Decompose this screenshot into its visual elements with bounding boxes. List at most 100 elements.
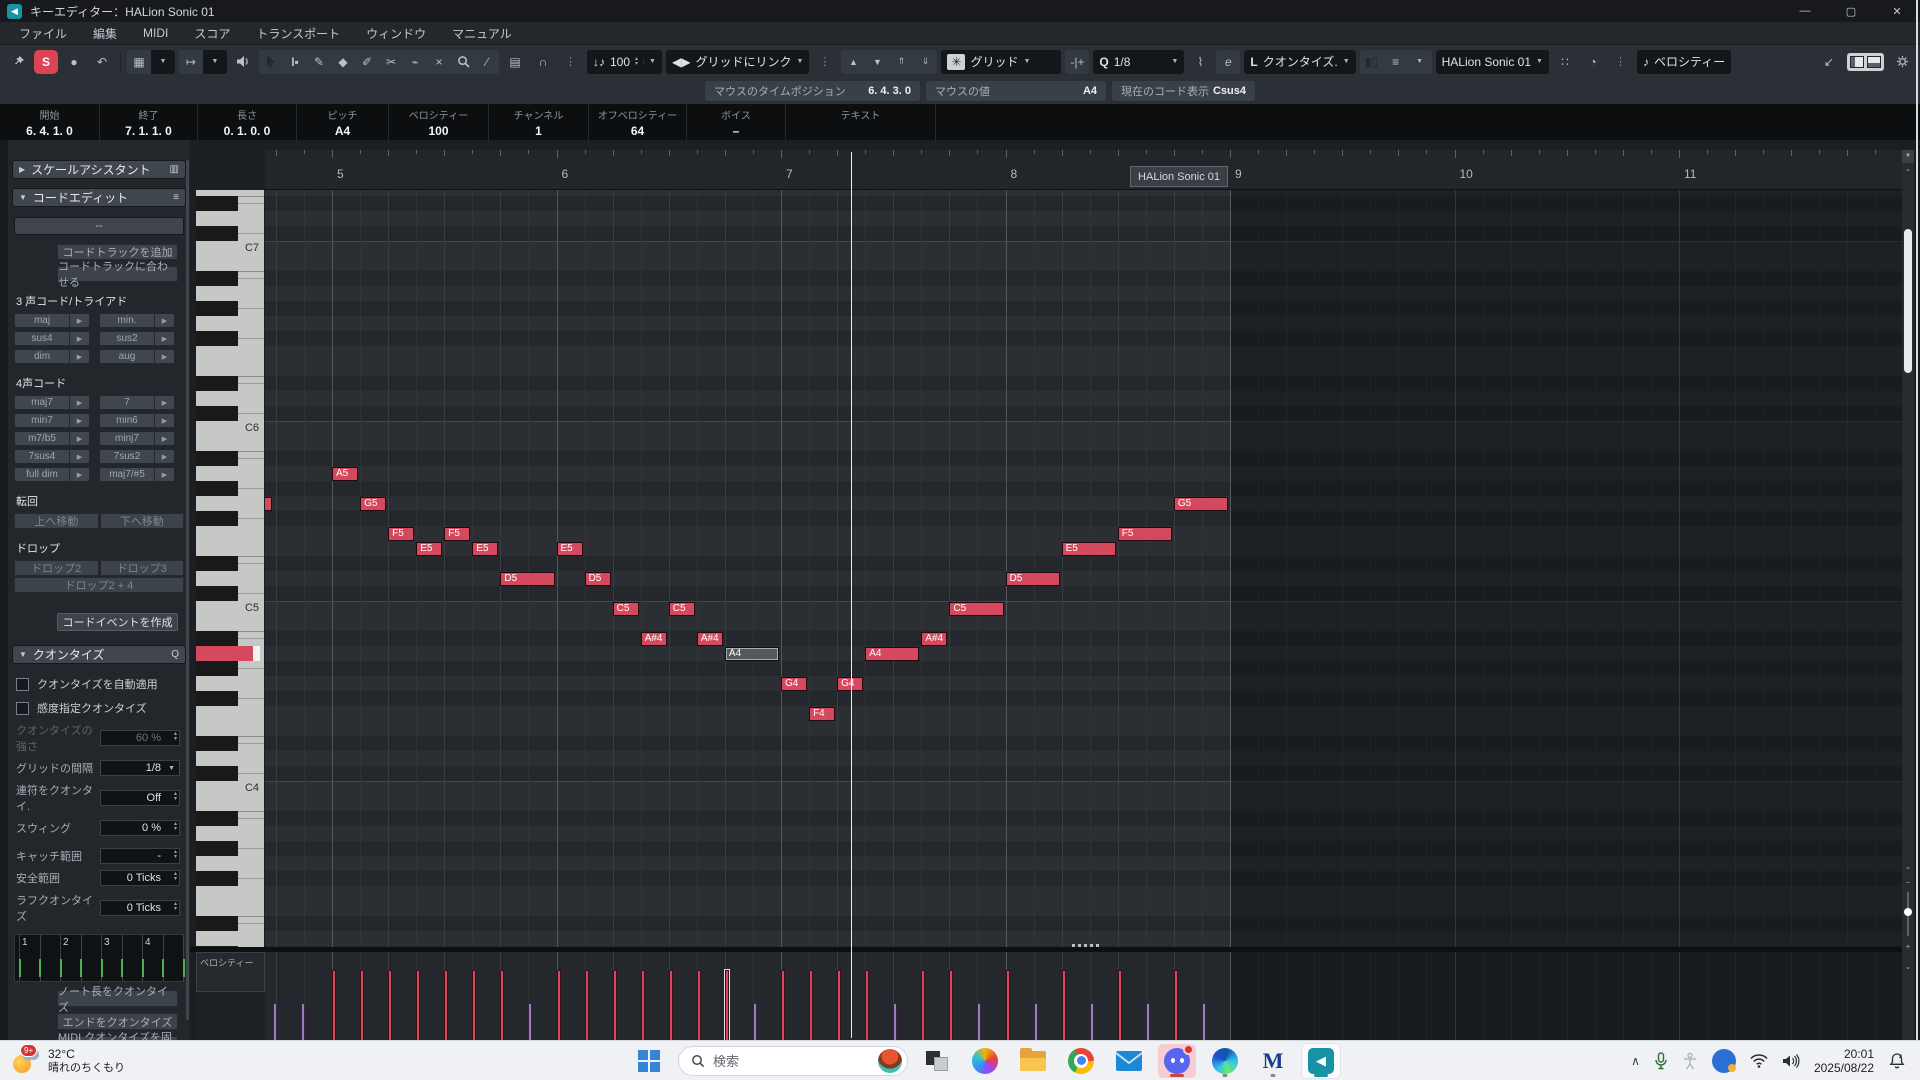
chord-button-min7[interactable]: min7▶ (14, 413, 90, 428)
quantize-button-エンドをクオンタイズ[interactable]: エンドをクオンタイズ (57, 1013, 178, 1030)
wifi-icon[interactable] (1750, 1054, 1768, 1068)
black-key[interactable] (196, 511, 238, 526)
black-key[interactable] (196, 196, 238, 211)
menu-編集[interactable]: 編集 (80, 22, 130, 44)
chord-button-min6[interactable]: min6▶ (99, 413, 175, 428)
accessibility-icon[interactable] (1682, 1052, 1698, 1070)
section-quantize[interactable]: ▼クオンタイズQ (12, 645, 186, 664)
task-view-button[interactable] (918, 1044, 956, 1078)
velocity-lane[interactable] (265, 952, 1902, 1040)
midi-note-E5[interactable]: E5 (472, 542, 498, 556)
midi-note-A5[interactable]: A5 (332, 467, 358, 481)
grid-relative-button[interactable]: -|+ (1065, 50, 1089, 74)
part-selector-box[interactable]: HALion Sonic 01▼ (1436, 50, 1549, 74)
velocity-bar[interactable] (641, 970, 645, 1040)
piano-keyboard[interactable]: C4C5C6C7 (196, 190, 264, 947)
velocity-bar[interactable] (585, 970, 589, 1040)
control-lane-box[interactable]: ♪ベロシティー (1637, 50, 1731, 74)
select-tool[interactable] (259, 50, 283, 74)
zoom-in-icon[interactable]: + (1902, 942, 1914, 951)
snap-on-icon[interactable]: ✳ (947, 54, 965, 70)
chord-play-icon[interactable]: ▶ (154, 396, 174, 409)
black-key[interactable] (196, 691, 238, 706)
scrollbar-menu-icon[interactable]: ▼ (1902, 150, 1914, 163)
event-display-button[interactable]: ▦ (127, 50, 151, 74)
chord-button-sus2[interactable]: sus2▶ (99, 331, 175, 346)
info-テキスト[interactable]: テキスト (786, 104, 936, 140)
info-ボイス[interactable]: ボイス– (687, 104, 786, 140)
black-key[interactable] (196, 271, 238, 286)
sidebar-scrollbar[interactable] (186, 160, 189, 1020)
mail-button[interactable] (1110, 1044, 1148, 1078)
quantize-preset-box[interactable]: Q1/8▼ (1093, 50, 1184, 74)
velocity-bar[interactable] (949, 970, 953, 1040)
zoom-out-icon[interactable]: − (1902, 878, 1914, 887)
chord-button-m7/b5[interactable]: m7/b5▶ (14, 431, 90, 446)
clock[interactable]: 20:01 2025/08/22 (1814, 1047, 1874, 1075)
section-scale-assistant[interactable]: ▶スケールアシスタント▥ (12, 160, 186, 179)
chord-button-minj7[interactable]: minj7▶ (99, 431, 175, 446)
field-クオンタイズの強さ[interactable]: 60 %▴▾ (100, 730, 180, 746)
menu-トランスポート[interactable]: トランスポート (243, 22, 353, 44)
midi-note-G4[interactable]: G4 (781, 677, 807, 691)
midi-note-D5[interactable]: D5 (585, 572, 611, 586)
midi-note-A#4[interactable]: A#4 (921, 632, 947, 646)
midi-note-A#4[interactable]: A#4 (641, 632, 667, 646)
velocity-bar[interactable] (837, 970, 841, 1040)
midi-note-A#4[interactable]: A#4 (697, 632, 723, 646)
control-lane-value[interactable]: ベロシティー (1654, 53, 1725, 70)
checkbox-icon[interactable] (16, 678, 29, 691)
chord-play-icon[interactable]: ▶ (154, 414, 174, 427)
midi-note-D5[interactable]: D5 (1006, 572, 1060, 586)
length-link-box[interactable]: ◀▶グリッドにリンク▼ (666, 50, 809, 74)
midi-input-button[interactable]: ◔ (1581, 50, 1605, 74)
menu-スコア[interactable]: スコア (181, 22, 243, 44)
copilot-button[interactable] (966, 1044, 1004, 1078)
field-キャッチ範囲[interactable]: -▴▾ (100, 848, 180, 864)
black-key[interactable] (196, 556, 238, 571)
close-button[interactable]: ✕ (1874, 0, 1920, 22)
link-to-grid-value[interactable]: グリッドにリンク (695, 53, 791, 70)
velocity-bar[interactable] (444, 970, 448, 1040)
chord-button-full dim[interactable]: full dim▶ (14, 467, 90, 482)
velocity-bar[interactable] (1006, 970, 1010, 1040)
midi-note-E5[interactable]: E5 (557, 542, 583, 556)
midi-note-E5[interactable]: E5 (1062, 542, 1116, 556)
midi-note-G5[interactable]: G5 (1174, 497, 1228, 511)
record-button[interactable]: ● (62, 50, 86, 74)
length-options-icon[interactable]: ⋮ (813, 50, 837, 74)
drop-ドロップ3[interactable]: ドロップ3 (100, 560, 185, 576)
velocity-bar[interactable] (1118, 970, 1122, 1040)
range-tool[interactable]: I▪ (283, 50, 307, 74)
velocity-bar[interactable] (388, 970, 392, 1040)
info-チャンネル[interactable]: チャンネル1 (489, 104, 589, 140)
chord-button-maj[interactable]: maj▶ (14, 313, 90, 328)
scroll-edge-icon[interactable]: ⌄ (1902, 962, 1914, 971)
notification-bell-icon[interactable]: z (1888, 1052, 1906, 1070)
show-note-expression-button[interactable]: ∷ (1553, 50, 1577, 74)
midi-note-C5[interactable]: C5 (669, 602, 695, 616)
retrospective-record-button[interactable]: ↶ (90, 50, 114, 74)
black-key[interactable] (196, 811, 238, 826)
event-display-dropdown[interactable]: ▼ (151, 50, 175, 74)
drop-ドロップ2[interactable]: ドロップ2 (14, 560, 99, 576)
midi-note-F4[interactable]: F4 (809, 707, 835, 721)
chord-button-7sus2[interactable]: 7sus2▶ (99, 449, 175, 464)
info-ピッチ[interactable]: ピッチA4 (297, 104, 389, 140)
mute-tool[interactable]: × (427, 50, 451, 74)
acoustic-feedback-button[interactable] (231, 50, 255, 74)
insert-velocity-spinner[interactable]: ▴▾ (635, 57, 638, 67)
midi-note-F5[interactable]: F5 (388, 527, 414, 541)
input-options-icon[interactable]: ⋮ (1609, 50, 1633, 74)
chord-play-icon[interactable]: ▶ (154, 432, 174, 445)
chord-button-dim[interactable]: dim▶ (14, 349, 90, 364)
midi-note-G5[interactable]: G5 (360, 497, 386, 511)
midi-note-E5[interactable]: E5 (416, 542, 442, 556)
vertical-zoom-knob[interactable] (1904, 908, 1912, 916)
microphone-icon[interactable] (1654, 1052, 1668, 1070)
cubase-taskbar-button[interactable]: ◀ (1302, 1044, 1340, 1078)
black-key[interactable] (196, 766, 238, 781)
chord-button-min.[interactable]: min.▶ (99, 313, 175, 328)
start-button[interactable] (630, 1044, 668, 1078)
black-key[interactable] (196, 451, 238, 466)
